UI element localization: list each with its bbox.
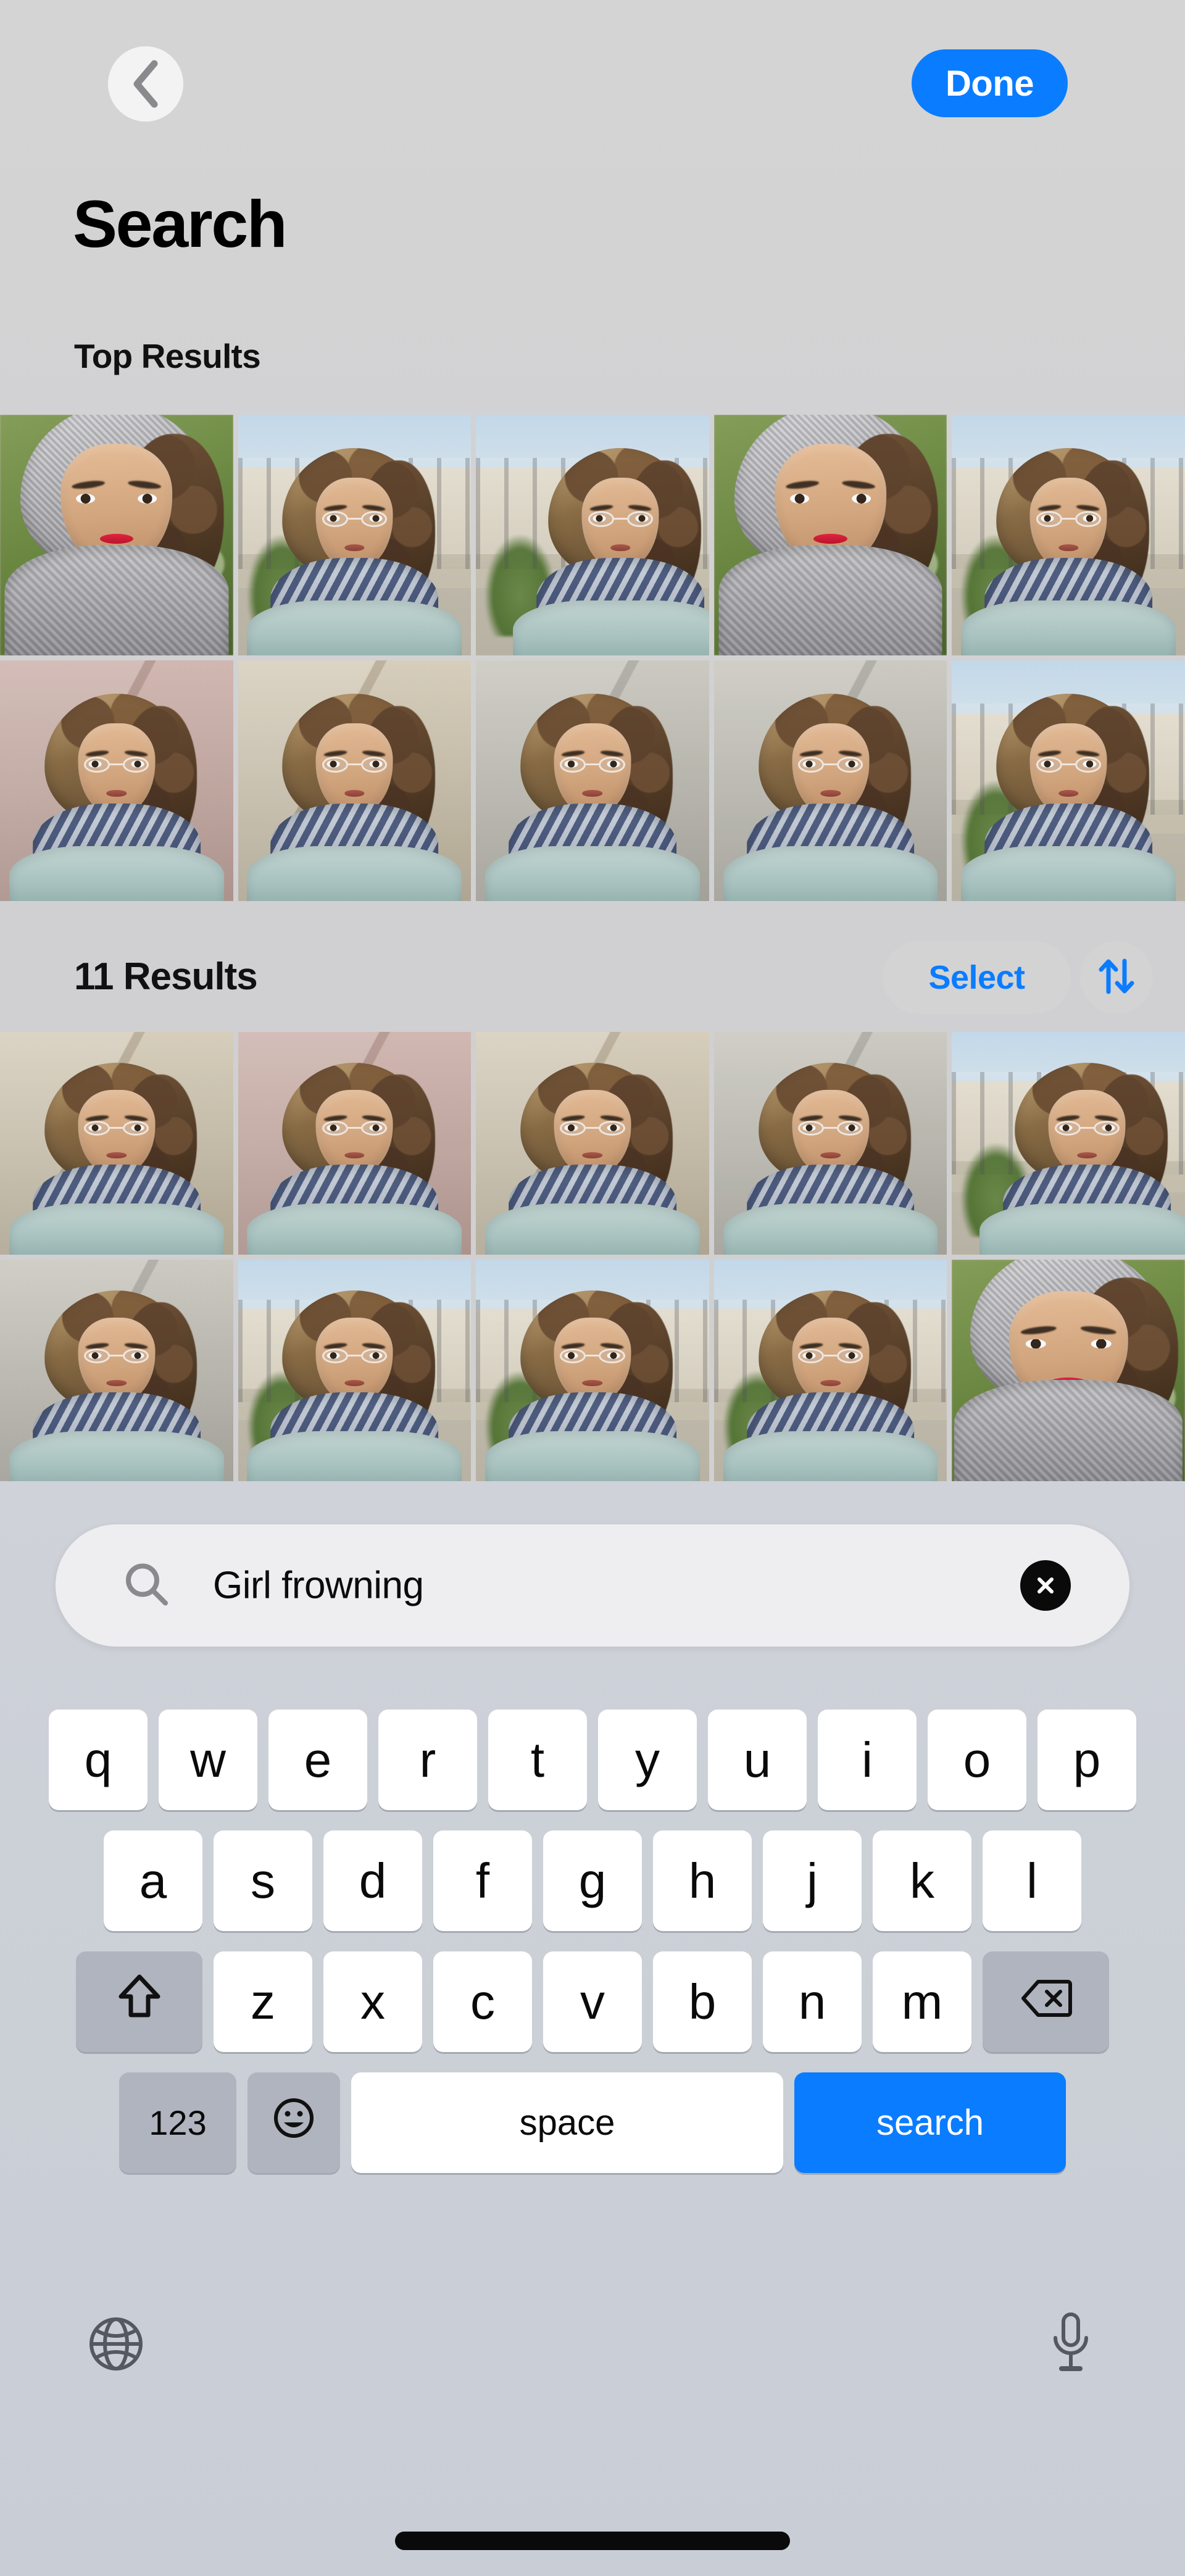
photo-thumbnail[interactable] — [952, 1260, 1185, 1482]
magnifier-icon — [123, 1561, 169, 1610]
key-s[interactable]: s — [214, 1830, 312, 1931]
key-d[interactable]: d — [323, 1830, 422, 1931]
key-k[interactable]: k — [873, 1830, 971, 1931]
key-l[interactable]: l — [983, 1830, 1081, 1931]
photo-thumbnail[interactable] — [0, 415, 233, 655]
backspace-icon — [1020, 1974, 1073, 2030]
photo-thumbnail[interactable] — [0, 660, 233, 901]
key-n[interactable]: n — [763, 1951, 862, 2052]
search-field[interactable]: Girl frowning — [56, 1524, 1129, 1647]
emoji-smiley-icon — [272, 2095, 315, 2151]
key-u[interactable]: u — [708, 1710, 807, 1810]
key-f[interactable]: f — [433, 1830, 532, 1931]
photo-thumbnail[interactable] — [476, 1260, 709, 1482]
key-o[interactable]: o — [928, 1710, 1026, 1810]
key-c[interactable]: c — [433, 1951, 532, 2052]
sort-button[interactable] — [1080, 941, 1153, 1014]
key-g[interactable]: g — [543, 1830, 642, 1931]
key-p[interactable]: p — [1037, 1710, 1136, 1810]
search-key[interactable]: search — [794, 2072, 1066, 2173]
home-indicator — [395, 2532, 790, 2550]
key-i[interactable]: i — [818, 1710, 917, 1810]
photo-thumbnail[interactable] — [238, 1260, 472, 1482]
keyboard-area: Girl frowning q w e r t y u i o p a s d … — [0, 1481, 1185, 2576]
globe-key[interactable] — [86, 2314, 146, 2377]
key-e[interactable]: e — [268, 1710, 367, 1810]
photo-thumbnail[interactable] — [0, 1260, 233, 1482]
photo-thumbnail[interactable] — [238, 660, 472, 901]
key-m[interactable]: m — [873, 1951, 971, 2052]
key-r[interactable]: r — [378, 1710, 477, 1810]
results-toolbar: 11 Results Select — [0, 929, 1185, 1028]
search-input-value[interactable]: Girl frowning — [213, 1564, 424, 1608]
key-t[interactable]: t — [488, 1710, 587, 1810]
photo-thumbnail[interactable] — [952, 415, 1185, 655]
photo-thumbnail[interactable] — [713, 1032, 947, 1255]
numbers-key[interactable]: 123 — [119, 2072, 236, 2173]
photo-thumbnail[interactable] — [713, 415, 947, 655]
microphone-icon — [1049, 2312, 1092, 2377]
key-q[interactable]: q — [49, 1710, 148, 1810]
photo-thumbnail[interactable] — [713, 660, 947, 901]
top-results-grid — [0, 415, 1185, 901]
photo-thumbnail[interactable] — [238, 1032, 472, 1255]
keyboard-row-2: a s d f g h j k l — [0, 1830, 1185, 1931]
photo-thumbnail[interactable] — [476, 660, 709, 901]
space-key[interactable]: space — [351, 2072, 783, 2173]
page-title: Search — [73, 186, 288, 261]
globe-icon — [86, 2317, 146, 2376]
photos-search-screen: Done Search Top Results 11 Results Selec… — [0, 0, 1185, 2576]
key-z[interactable]: z — [214, 1951, 312, 2052]
photo-thumbnail[interactable] — [713, 1260, 947, 1482]
shift-key[interactable] — [76, 1951, 202, 2052]
photo-thumbnail[interactable] — [476, 415, 709, 655]
keyboard-row-1: q w e r t y u i o p — [0, 1710, 1185, 1810]
photo-thumbnail[interactable] — [952, 1032, 1185, 1255]
backspace-key[interactable] — [983, 1951, 1109, 2052]
photo-thumbnail[interactable] — [0, 1032, 233, 1255]
chevron-left-icon — [130, 59, 162, 109]
key-v[interactable]: v — [543, 1951, 642, 2052]
keyboard-bottom-bar — [0, 2296, 1185, 2419]
results-count-label: 11 Results — [74, 955, 258, 998]
clear-search-button[interactable] — [1020, 1560, 1071, 1611]
keyboard-row-3: z x c v b n m — [0, 1951, 1185, 2052]
back-button[interactable] — [108, 46, 183, 122]
key-x[interactable]: x — [323, 1951, 422, 2052]
photo-thumbnail[interactable] — [476, 1032, 709, 1255]
key-a[interactable]: a — [104, 1830, 202, 1931]
sort-arrows-icon — [1097, 956, 1136, 1000]
navigation-bar: Done — [0, 0, 1185, 185]
done-button[interactable]: Done — [912, 49, 1068, 117]
top-results-heading: Top Results — [74, 337, 261, 375]
photo-thumbnail[interactable] — [238, 415, 472, 655]
keyboard-row-4: 123 space search — [0, 2072, 1185, 2173]
results-grid — [0, 1032, 1185, 1482]
dictation-key[interactable] — [1049, 2311, 1092, 2378]
key-j[interactable]: j — [763, 1830, 862, 1931]
select-button[interactable]: Select — [883, 941, 1071, 1014]
key-h[interactable]: h — [653, 1830, 752, 1931]
key-w[interactable]: w — [159, 1710, 257, 1810]
key-y[interactable]: y — [598, 1710, 697, 1810]
emoji-key[interactable] — [247, 2072, 340, 2173]
key-b[interactable]: b — [653, 1951, 752, 2052]
shift-arrow-icon — [117, 1972, 162, 2032]
keyboard-rows: q w e r t y u i o p a s d f g h j k l z … — [0, 1710, 1185, 2193]
photo-thumbnail[interactable] — [952, 660, 1185, 901]
